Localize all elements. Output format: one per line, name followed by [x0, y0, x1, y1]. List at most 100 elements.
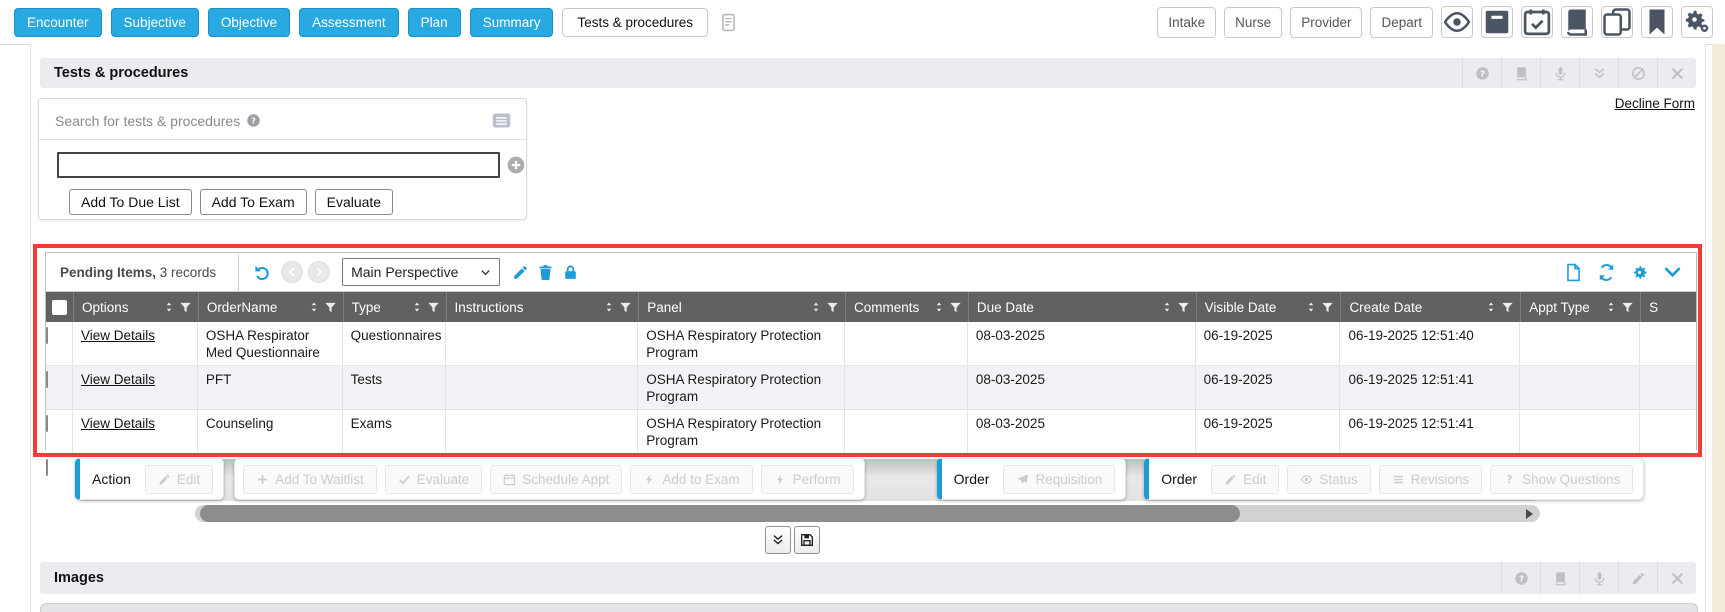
- edit-button[interactable]: Edit: [1211, 465, 1279, 494]
- calendar-check-icon[interactable]: [1521, 6, 1553, 38]
- filter-icon[interactable]: [1321, 301, 1334, 314]
- sort-icon[interactable]: [163, 301, 175, 313]
- nav-button-intake[interactable]: Intake: [1157, 7, 1216, 38]
- sort-icon[interactable]: [308, 301, 320, 313]
- scrollbar-thumb[interactable]: [200, 505, 1240, 522]
- book-icon[interactable]: [1561, 6, 1593, 38]
- list-icon[interactable]: [491, 110, 512, 131]
- copy-pages-icon[interactable]: [1601, 6, 1633, 38]
- column-header-due-date[interactable]: Due Date: [968, 292, 1196, 322]
- column-header-create-date[interactable]: Create Date: [1340, 292, 1520, 322]
- close-icon[interactable]: [1657, 562, 1696, 594]
- chevron-right-icon[interactable]: [308, 261, 330, 283]
- select-row-checkbox[interactable]: [46, 327, 48, 344]
- sort-icon[interactable]: [411, 301, 423, 313]
- filter-icon[interactable]: [1177, 301, 1190, 314]
- chevron-down-icon[interactable]: [1663, 263, 1682, 282]
- evaluate-button[interactable]: Evaluate: [385, 465, 483, 494]
- perform-button[interactable]: Perform: [761, 465, 854, 494]
- column-header-instructions[interactable]: Instructions: [446, 292, 639, 322]
- sort-icon[interactable]: [1485, 301, 1497, 313]
- eye-icon[interactable]: [1441, 6, 1473, 38]
- pencil-icon[interactable]: [1618, 562, 1657, 594]
- horizontal-scrollbar[interactable]: [195, 505, 1540, 522]
- column-header-type[interactable]: Type: [343, 292, 446, 322]
- archive-box-icon[interactable]: [1481, 6, 1513, 38]
- nav-button-nurse[interactable]: Nurse: [1224, 7, 1282, 38]
- column-header-comments[interactable]: Comments: [845, 292, 968, 322]
- view-details-link[interactable]: View Details: [81, 372, 155, 387]
- add-to-exam-button[interactable]: Add to Exam: [630, 465, 752, 494]
- nav-tab-plan[interactable]: Plan: [408, 8, 461, 37]
- column-header-appt-type[interactable]: Appt Type: [1520, 292, 1640, 322]
- nav-tab-active-tests-procedures[interactable]: Tests & procedures: [562, 8, 708, 37]
- help-circle-icon[interactable]: ?: [1501, 562, 1540, 594]
- help-circle-icon[interactable]: ?: [1462, 58, 1501, 88]
- view-details-link[interactable]: View Details: [81, 328, 155, 343]
- nav-tab-assessment[interactable]: Assessment: [299, 8, 399, 37]
- select-row-checkbox[interactable]: [46, 459, 48, 476]
- gears-icon[interactable]: [1681, 6, 1713, 38]
- nav-button-provider[interactable]: Provider: [1290, 7, 1362, 38]
- add-search-item-icon[interactable]: [506, 155, 526, 175]
- filter-icon[interactable]: [324, 301, 337, 314]
- gear-icon[interactable]: [1630, 263, 1649, 282]
- filter-icon[interactable]: [179, 301, 192, 314]
- filter-icon[interactable]: [826, 301, 839, 314]
- chevron-double-down-icon[interactable]: [1579, 58, 1618, 88]
- sort-icon[interactable]: [1605, 301, 1617, 313]
- perspective-select[interactable]: Main Perspective: [342, 258, 500, 286]
- sort-icon[interactable]: [810, 301, 822, 313]
- help-circle-icon[interactable]: ?: [246, 113, 261, 128]
- close-icon[interactable]: [1657, 58, 1696, 88]
- filter-icon[interactable]: [619, 301, 632, 314]
- revisions-button[interactable]: Revisions: [1379, 465, 1483, 494]
- nav-tab-objective[interactable]: Objective: [208, 8, 290, 37]
- collapse-section-button[interactable]: [765, 526, 791, 554]
- nav-tab-summary[interactable]: Summary: [470, 8, 554, 37]
- book-icon[interactable]: [1540, 562, 1579, 594]
- column-header-panel[interactable]: Panel: [638, 292, 845, 322]
- chevron-left-icon[interactable]: [281, 261, 303, 283]
- show-questions-button[interactable]: ?Show Questions: [1490, 465, 1633, 494]
- column-header-ordername[interactable]: OrderName: [198, 292, 343, 322]
- scroll-right-arrow-icon[interactable]: [1526, 509, 1533, 519]
- status-button[interactable]: Status: [1287, 465, 1370, 494]
- undo-icon[interactable]: [249, 261, 276, 284]
- refresh-icon[interactable]: [1597, 263, 1616, 282]
- nav-tab-subjective[interactable]: Subjective: [111, 8, 199, 37]
- new-page-icon[interactable]: [1564, 263, 1583, 282]
- delete-perspective-icon[interactable]: [533, 262, 558, 283]
- select-all-checkbox[interactable]: [52, 300, 67, 315]
- sort-icon[interactable]: [933, 301, 945, 313]
- filter-icon[interactable]: [1501, 301, 1514, 314]
- filter-icon[interactable]: [427, 301, 440, 314]
- edit-button[interactable]: Edit: [145, 465, 213, 494]
- sort-icon[interactable]: [1305, 301, 1317, 313]
- sort-icon[interactable]: [1161, 301, 1173, 313]
- filter-icon[interactable]: [1621, 301, 1634, 314]
- requisition-button[interactable]: Requisition: [1003, 465, 1115, 494]
- nav-tab-encounter[interactable]: Encounter: [14, 8, 102, 37]
- save-button[interactable]: [794, 526, 820, 554]
- decline-form-link[interactable]: Decline Form: [1615, 96, 1695, 111]
- column-header-visible-date[interactable]: Visible Date: [1196, 292, 1341, 322]
- add-to-waitlist-button[interactable]: Add To Waitlist: [243, 465, 377, 494]
- microphone-icon[interactable]: [1540, 58, 1579, 88]
- microphone-icon[interactable]: [1579, 562, 1618, 594]
- block-icon[interactable]: [1618, 58, 1657, 88]
- book-icon[interactable]: [1501, 58, 1540, 88]
- select-row-checkbox[interactable]: [46, 415, 48, 432]
- add-to-exam-button[interactable]: Add To Exam: [200, 189, 307, 215]
- filter-icon[interactable]: [949, 301, 962, 314]
- edit-perspective-icon[interactable]: [508, 262, 533, 283]
- form-page-icon[interactable]: [717, 11, 740, 34]
- search-input[interactable]: [57, 152, 500, 178]
- sort-icon[interactable]: [603, 301, 615, 313]
- nav-button-depart[interactable]: Depart: [1370, 7, 1433, 38]
- column-header-options[interactable]: Options: [73, 292, 198, 322]
- view-details-link[interactable]: View Details: [81, 416, 155, 431]
- lock-perspective-icon[interactable]: [558, 262, 583, 283]
- bookmark-icon[interactable]: [1641, 6, 1673, 38]
- schedule-appt-button[interactable]: Schedule Appt: [490, 465, 622, 494]
